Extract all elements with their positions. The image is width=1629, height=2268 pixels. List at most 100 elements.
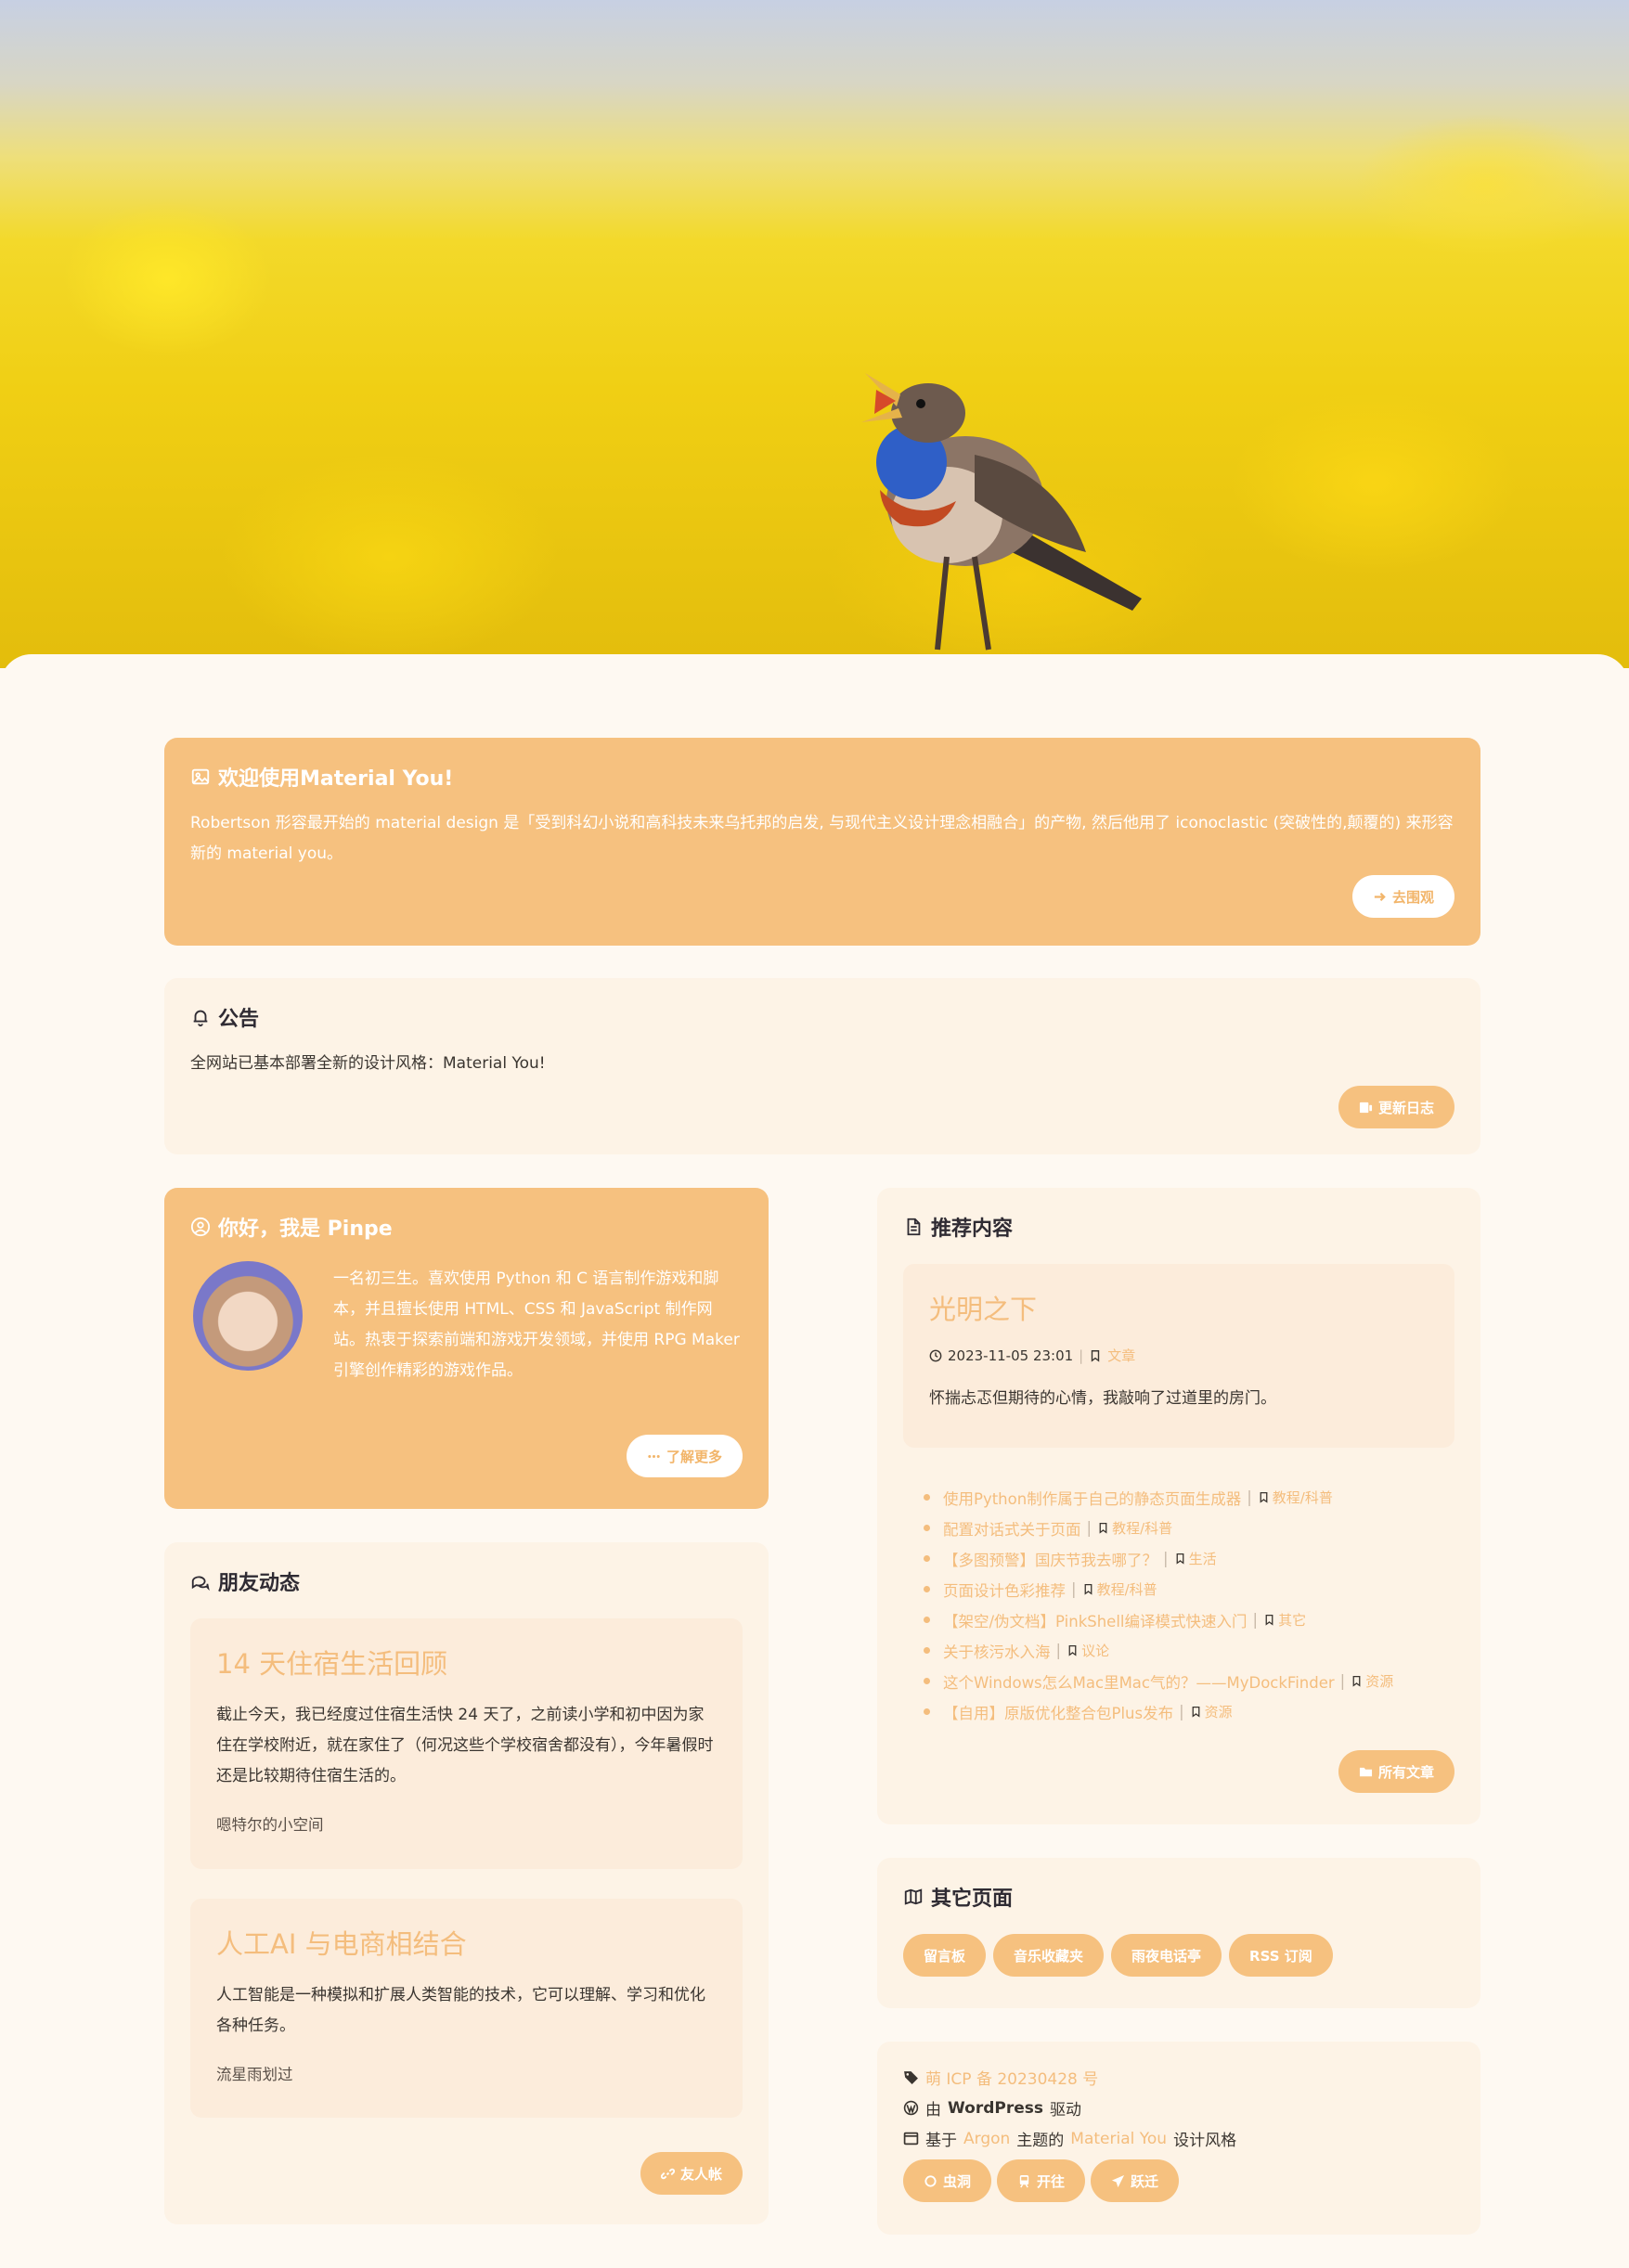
argon-link[interactable]: Argon: [963, 2130, 1010, 2148]
folder-icon: [1359, 1767, 1373, 1776]
wormhole-label: 虫洞: [943, 2172, 972, 2190]
featured-post-date: 2023-11-05 23:01: [948, 1347, 1074, 1364]
bookmark-icon: [1192, 1706, 1200, 1718]
notice-title-text: 公告: [218, 1008, 260, 1031]
welcome-button-label: 去围观: [1391, 888, 1434, 906]
recommend-item-title[interactable]: 关于核污水入海: [943, 1640, 1051, 1662]
recommend-item-category[interactable]: 生活: [1189, 1549, 1217, 1568]
recommend-item-category[interactable]: 其它: [1278, 1610, 1306, 1630]
meta-separator: |: [1079, 1347, 1084, 1364]
phone-booth-label: 雨夜电话亭: [1131, 1947, 1202, 1965]
recommend-list-item: 配置对话式关于页面 | 教程/科普: [924, 1513, 1393, 1543]
recommend-list-item: 页面设计色彩推荐 | 教程/科普: [924, 1574, 1393, 1604]
bullet-dot: [924, 1647, 930, 1654]
profile-title-text: 你好，我是 Pinpe: [218, 1218, 393, 1241]
icp-link[interactable]: 萌 ICP 备 20230428 号: [925, 2066, 1098, 2089]
bullet-dot: [924, 1586, 930, 1592]
theme-prefix: 基于: [925, 2132, 957, 2150]
recommend-item-category[interactable]: 议论: [1081, 1641, 1109, 1660]
recommend-list: 使用Python制作属于自己的静态页面生成器 | 教程/科普 配置对话式关于页面 | 教程…: [924, 1482, 1393, 1727]
notice-title: 公告: [190, 1002, 1454, 1032]
bookmark-icon: [1352, 1675, 1361, 1687]
recommend-title: 推荐内容: [903, 1212, 1454, 1242]
all-posts-button[interactable]: 所有文章: [1338, 1750, 1454, 1793]
friend-post-author[interactable]: 流星雨划过: [216, 2062, 717, 2084]
bookmark-icon: [1092, 1349, 1100, 1362]
wormhole-button[interactable]: 虫洞: [903, 2159, 992, 2202]
friend-post[interactable]: 14 天住宿生活回顾 截止今天，我已经度过住宿生活快 24 天了，之前读小学和初…: [190, 1618, 743, 1869]
bookmark-icon: [1084, 1583, 1092, 1595]
friends-title: 朋友动态: [190, 1566, 743, 1596]
rss-button[interactable]: RSS 订阅: [1229, 1934, 1333, 1977]
meta-separator: |: [1071, 1580, 1077, 1598]
chat-bubbles-icon: [191, 1576, 210, 1591]
recommend-item-title[interactable]: 【架空/伪文档】PinkShell编译模式快速入门: [943, 1609, 1248, 1631]
icp-line: 萌 ICP 备 20230428 号: [903, 2062, 1454, 2093]
recommend-item-title[interactable]: 页面设计色彩推荐: [943, 1579, 1066, 1601]
warp-button[interactable]: 跃迁: [1091, 2159, 1180, 2202]
recommend-item-category[interactable]: 教程/科普: [1273, 1488, 1333, 1507]
recommend-item-title[interactable]: 配置对话式关于页面: [943, 1517, 1081, 1540]
recommend-item-title[interactable]: 这个Windows怎么Mac里Mac气的？——MyDockFinder: [943, 1670, 1335, 1693]
recommend-card: 推荐内容 光明之下 2023-11-05 23:01 | 文章 怀揣忐忑但期待的…: [877, 1188, 1480, 1824]
style-suffix: 设计风格: [1173, 2132, 1237, 2150]
friend-post-author[interactable]: 嗯特尔的小空间: [216, 1812, 717, 1835]
recommend-item-category[interactable]: 资源: [1365, 1671, 1393, 1691]
footer-card: 萌 ICP 备 20230428 号 由 WordPress 驱动 基于 Arg…: [877, 2042, 1480, 2235]
welcome-button[interactable]: 去围观: [1351, 875, 1454, 918]
all-posts-label: 所有文章: [1377, 1763, 1434, 1781]
recommend-list-item: 【架空/伪文档】PinkShell编译模式快速入门 | 其它: [924, 1604, 1393, 1635]
friends-card: 朋友动态 14 天住宿生活回顾 截止今天，我已经度过住宿生活快 24 天了，之前…: [164, 1542, 769, 2224]
meta-separator: |: [1086, 1519, 1092, 1537]
featured-post[interactable]: 光明之下 2023-11-05 23:01 | 文章 怀揣忐忑但期待的心情，我敲…: [903, 1264, 1454, 1448]
guestbook-button[interactable]: 留言板: [903, 1934, 987, 1977]
recommend-item-title[interactable]: 【自用】原版优化整合包Plus发布: [943, 1701, 1173, 1723]
changelog-button[interactable]: 更新日志: [1338, 1086, 1454, 1128]
notice-card: 公告 全网站已基本部署全新的设计风格：Material You! 更新日志: [164, 978, 1480, 1154]
recommend-list-item: 【自用】原版优化整合包Plus发布 | 资源: [924, 1696, 1393, 1727]
ellipsis-icon: [648, 1454, 660, 1458]
music-button[interactable]: 音乐收藏夹: [993, 1934, 1105, 1977]
material-you-link[interactable]: Material You: [1070, 2130, 1167, 2148]
bullet-dot: [924, 1525, 930, 1531]
bullet-dot: [924, 1708, 930, 1715]
meta-separator: |: [1163, 1550, 1169, 1567]
warp-label: 跃迁: [1131, 2172, 1159, 2190]
friend-post-title[interactable]: 人工AI 与电商相结合: [216, 1923, 717, 1962]
recommend-item-title[interactable]: 【多图预警】国庆节我去哪了？: [943, 1548, 1157, 1570]
circle-icon: [924, 2174, 937, 2187]
featured-post-excerpt: 怀揣忐忑但期待的心情，我敲响了过道里的房门。: [929, 1389, 1276, 1408]
avatar: [190, 1258, 305, 1373]
bookmark-icon: [1099, 1522, 1107, 1534]
tag-icon: [904, 2071, 918, 2084]
theme-mid: 主题的: [1016, 2132, 1065, 2150]
learn-more-button[interactable]: 了解更多: [626, 1435, 743, 1477]
featured-post-category[interactable]: 文章: [1107, 1346, 1135, 1365]
friends-title-text: 朋友动态: [218, 1572, 301, 1595]
clock-icon: [929, 1349, 942, 1361]
recommend-item-category[interactable]: 教程/科普: [1097, 1579, 1157, 1599]
notes-icon: [1359, 1102, 1373, 1113]
friend-post-title[interactable]: 14 天住宿生活回顾: [216, 1643, 717, 1682]
powered-prefix: 由: [925, 2101, 941, 2120]
bullet-dot: [924, 1555, 930, 1562]
featured-post-meta: 2023-11-05 23:01 | 文章: [929, 1346, 1429, 1365]
welcome-card: 欢迎使用Material You! Robertson 形容最开始的 mater…: [164, 738, 1480, 946]
featured-post-title[interactable]: 光明之下: [929, 1288, 1429, 1327]
phone-booth-button[interactable]: 雨夜电话亭: [1111, 1934, 1222, 1977]
recommend-list-item: 【多图预警】国庆节我去哪了？ | 生活: [924, 1543, 1393, 1574]
profile-card: 你好，我是 Pinpe 一名初三生。喜欢使用 Python 和 C 语言制作游戏…: [164, 1188, 769, 1509]
friend-post[interactable]: 人工AI 与电商相结合 人工智能是一种模拟和扩展人类智能的技术，它可以理解、学习…: [190, 1899, 743, 2118]
meta-separator: |: [1247, 1488, 1252, 1506]
recommend-item-category[interactable]: 资源: [1205, 1702, 1233, 1721]
changelog-button-label: 更新日志: [1377, 1099, 1434, 1116]
wordpress-link[interactable]: WordPress: [948, 2099, 1043, 2118]
recommend-item-category[interactable]: 教程/科普: [1112, 1518, 1172, 1538]
recommend-item-title[interactable]: 使用Python制作属于自己的静态页面生成器: [943, 1487, 1241, 1509]
travelling-button[interactable]: 开往: [997, 2159, 1086, 2202]
friends-button[interactable]: 友人帐: [640, 2152, 743, 2195]
recommend-list-item: 使用Python制作属于自己的静态页面生成器 | 教程/科普: [924, 1482, 1393, 1513]
rss-label: RSS 订阅: [1249, 1947, 1312, 1965]
bookmark-icon: [1265, 1614, 1273, 1626]
footer-buttons: 虫洞 开往 跃迁: [903, 2159, 1454, 2202]
